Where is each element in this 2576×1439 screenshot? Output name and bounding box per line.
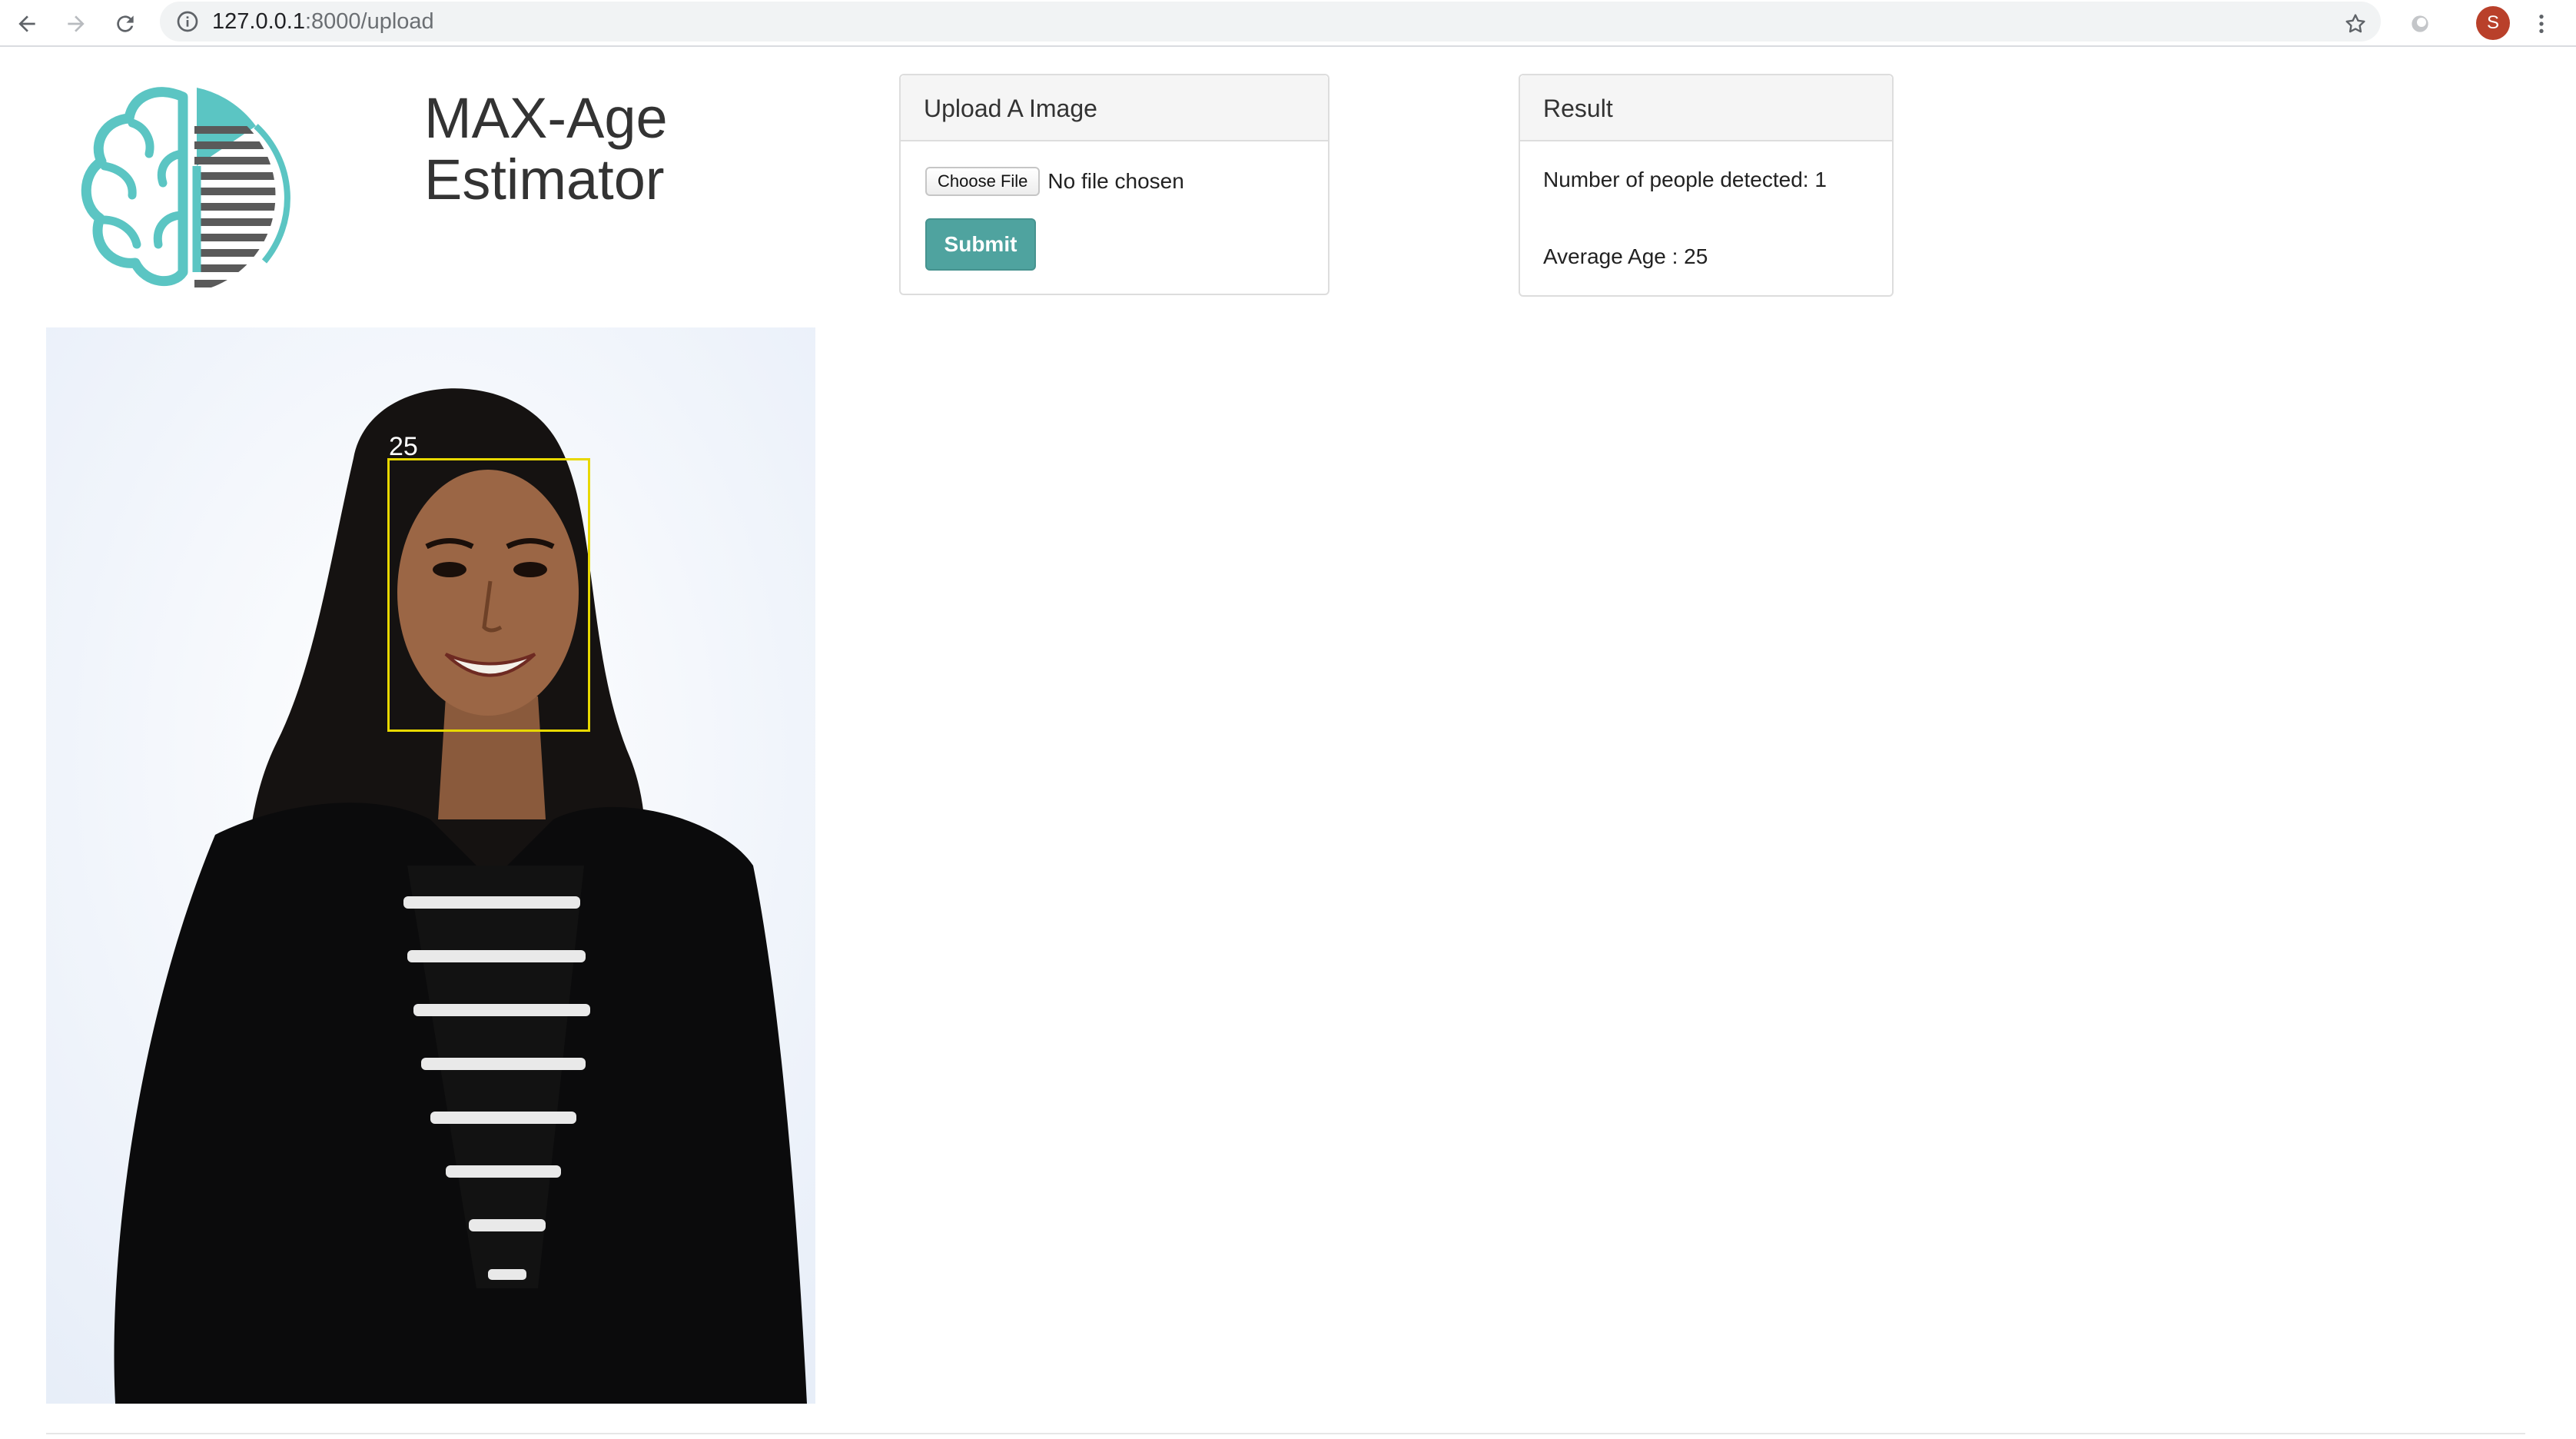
file-input[interactable]: Choose File No file chosen xyxy=(925,166,1184,197)
site-info-icon[interactable] xyxy=(175,9,200,34)
browser-toolbar: 127.0.0.1:8000/upload S xyxy=(0,0,2576,47)
page-divider xyxy=(46,1433,2525,1434)
choose-file-button[interactable]: Choose File xyxy=(925,167,1041,196)
file-status: No file chosen xyxy=(1047,169,1184,193)
people-detected-text: Number of people detected: 1 xyxy=(1543,168,1827,191)
address-bar[interactable]: 127.0.0.1:8000/upload xyxy=(160,2,2381,42)
upload-panel-heading: Upload A Image xyxy=(901,75,1328,141)
detected-age-label: 25 xyxy=(389,432,418,461)
upload-panel: Upload A Image Choose File No file chose… xyxy=(899,74,1329,295)
menu-kebab-icon[interactable] xyxy=(2522,5,2561,43)
url-text: 127.0.0.1:8000/upload xyxy=(212,9,434,34)
reload-icon[interactable] xyxy=(106,5,144,43)
bookmark-star-icon[interactable] xyxy=(2336,5,2375,43)
app-title: MAX-Age Estimator xyxy=(424,86,668,211)
extension-icon[interactable] xyxy=(2401,5,2439,43)
submit-button[interactable]: Submit xyxy=(925,218,1036,271)
back-icon[interactable] xyxy=(8,5,46,43)
result-panel: Result Number of people detected: 1 Aver… xyxy=(1519,74,1894,297)
result-image: 25 xyxy=(46,327,815,1404)
average-age-text: Average Age : 25 xyxy=(1543,244,1708,268)
brain-logo-icon xyxy=(75,80,314,292)
forward-icon[interactable] xyxy=(57,5,95,43)
result-panel-heading: Result xyxy=(1520,75,1892,141)
profile-avatar[interactable]: S xyxy=(2476,6,2510,40)
face-detection-box xyxy=(387,458,590,732)
